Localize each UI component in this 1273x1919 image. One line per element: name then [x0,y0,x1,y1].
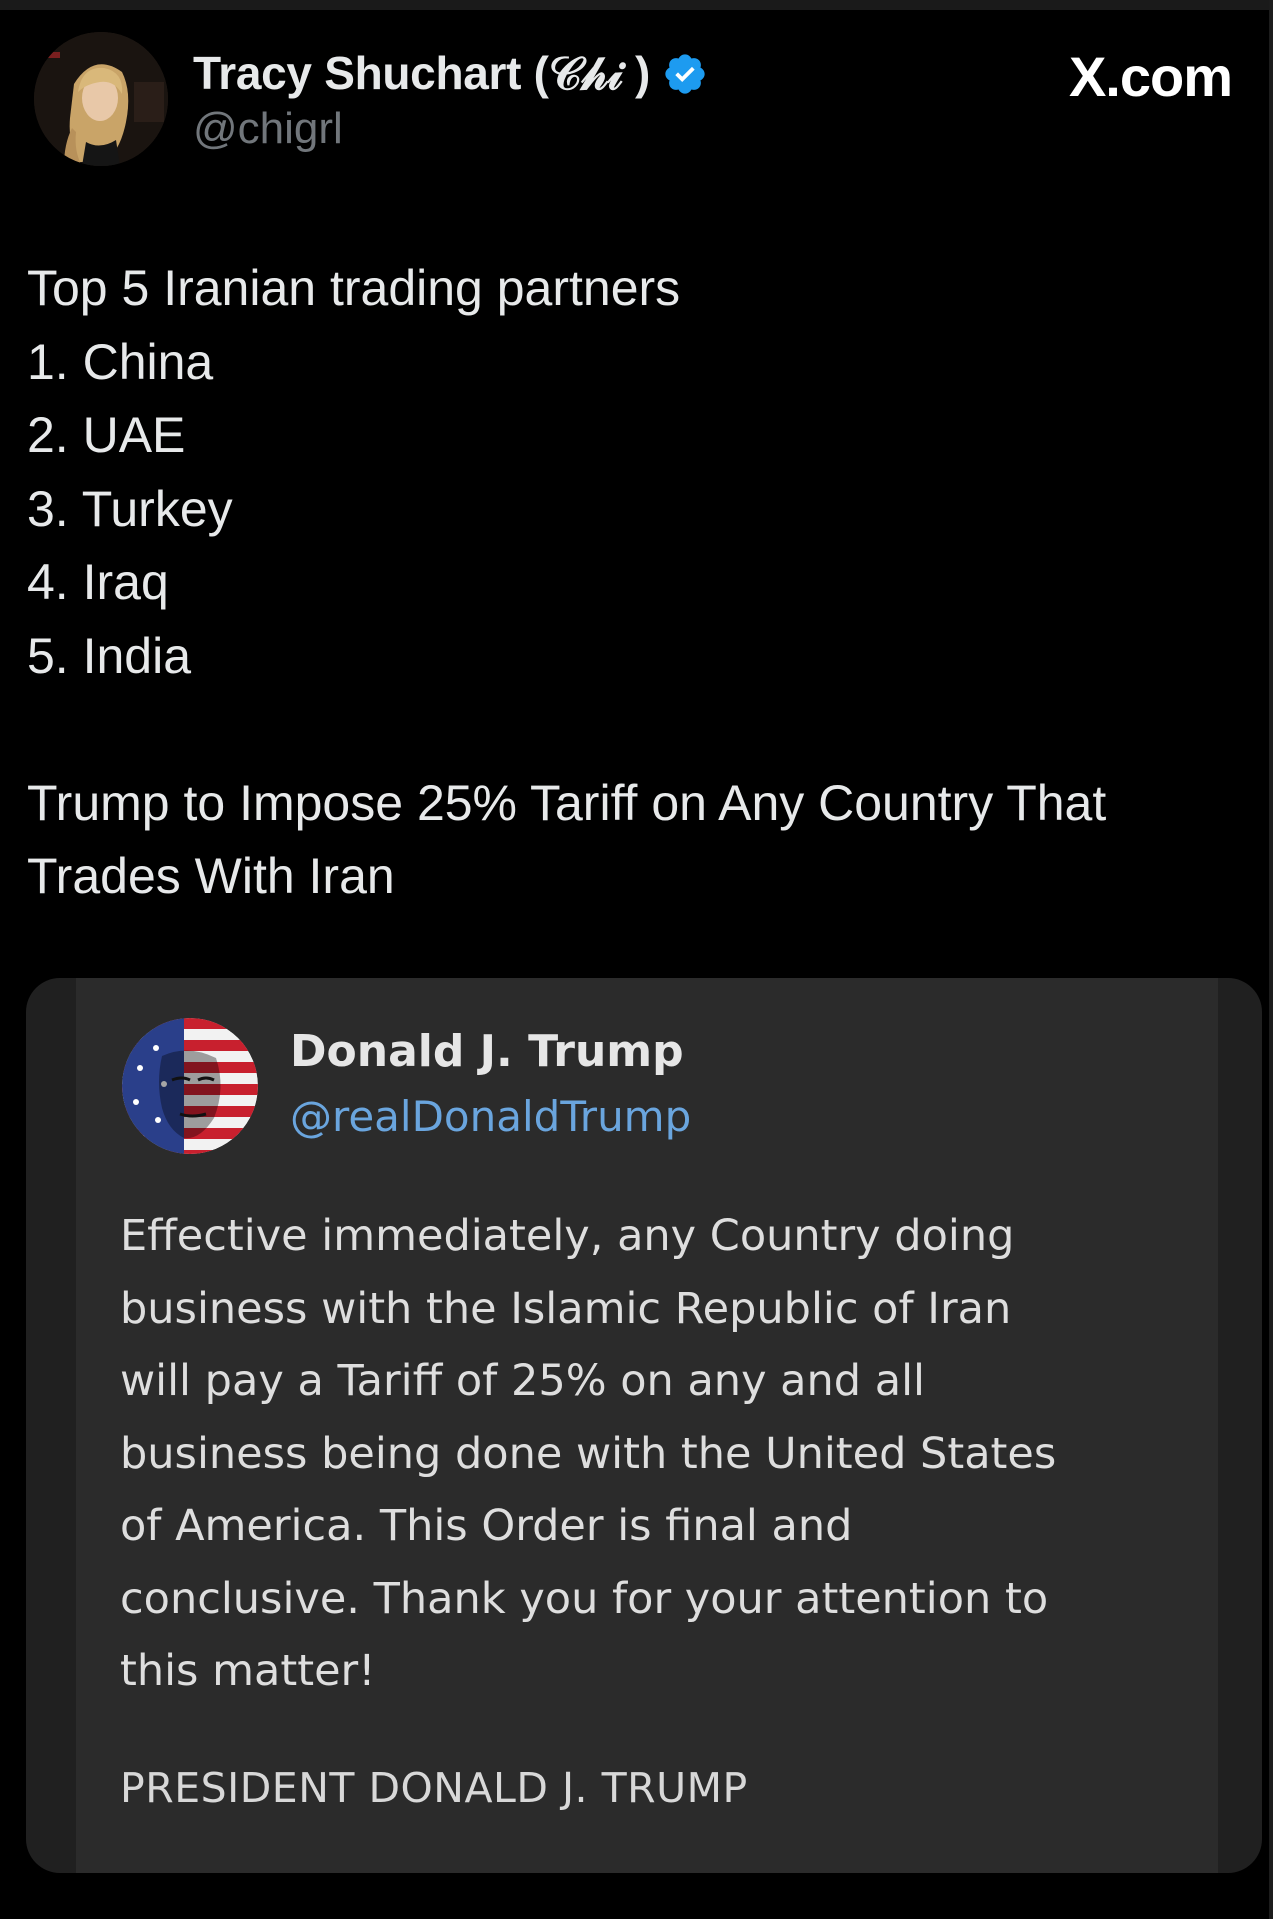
verified-badge-icon [662,51,708,97]
quoted-author-name: Donald J. Trump [290,1026,684,1077]
post-headline-line: Trump to Impose 25% Tariff on Any Countr… [27,774,1107,831]
post-text-line: 1. China [27,333,214,390]
post-headline-line: Trades With Iran [27,848,395,904]
quoted-author-avatar [122,1018,258,1154]
post-text-line: 4. Iraq [27,554,169,610]
author-name[interactable]: Tracy Shuchart (𝒞𝒽𝒾 ) [193,46,708,102]
quoted-signature: PRESIDENT DONALD J. TRUMP [120,1764,748,1812]
post-text: Top 5 Iranian trading partners 1. China … [27,252,1106,914]
post-text-line: Top 5 Iranian trading partners [27,260,681,316]
quoted-body-line: of America. This Order is final and [120,1501,853,1551]
quoted-post-card[interactable]: Donald J. Trump @realDonaldTrump Effecti… [26,978,1262,1873]
author-handle[interactable]: @chigrl [193,104,343,154]
author-avatar[interactable] [34,32,168,166]
x-logo: 𝕏X.com.com [1068,44,1233,109]
post-text-line: 2. UAE [27,407,186,463]
post-text-line: 3. Turkey [27,480,233,537]
quoted-body-line: this matter! [120,1646,376,1696]
brand-label: X.com [1068,45,1233,108]
quoted-body-line: will pay a Tariff of 25% on any and all [120,1356,925,1406]
quoted-post-body: Effective immediately, any Country doing… [120,1200,1056,1708]
quoted-body-line: business being done with the United Stat… [120,1428,1057,1479]
author-name-text: Tracy Shuchart (𝒞𝒽𝒾 ) [193,47,651,99]
quoted-body-line: business with the Islamic Republic of Ir… [120,1283,1012,1334]
quoted-author-handle: @realDonaldTrump [290,1092,692,1141]
post: Tracy Shuchart (𝒞𝒽𝒾 ) @chigrl 𝕏X.com.com… [0,0,1273,1919]
quoted-body-line: Effective immediately, any Country doing [120,1211,1015,1261]
author-avatar-image [34,32,168,166]
quoted-author-avatar-image [122,1018,258,1154]
quoted-body-line: conclusive. Thank you for your attention… [120,1573,1049,1624]
post-text-line: 5. India [27,627,192,684]
